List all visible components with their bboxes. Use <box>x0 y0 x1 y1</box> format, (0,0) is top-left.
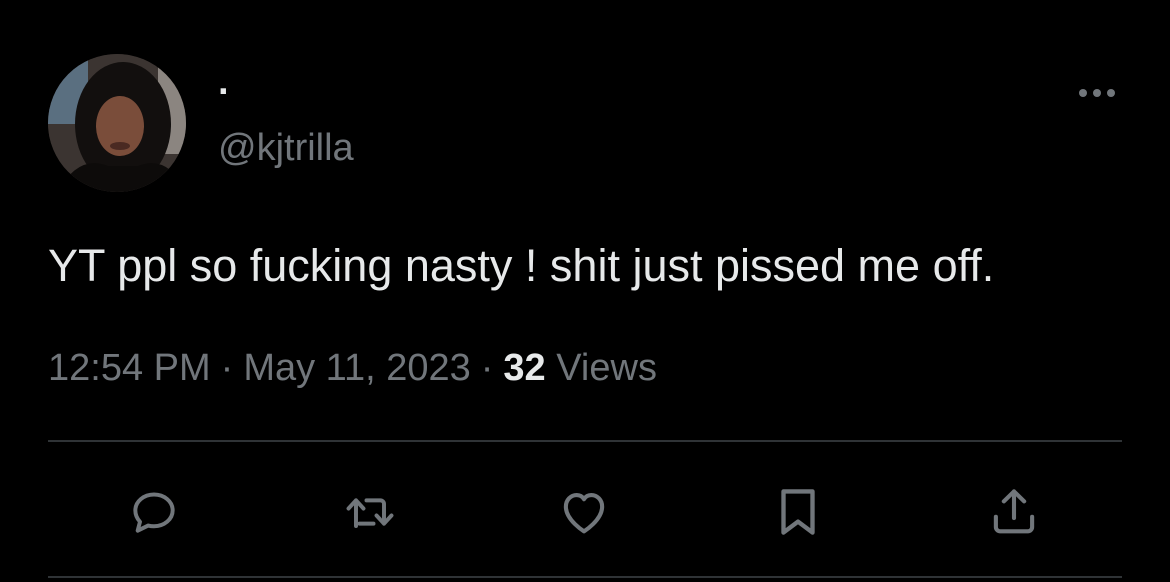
tweet-time[interactable]: 12:54 PM <box>48 347 211 389</box>
share-button[interactable] <box>984 482 1044 542</box>
divider <box>48 440 1122 442</box>
tweet-detail: · @kjtrilla YT ppl so fucking nasty ! sh… <box>0 0 1170 582</box>
more-icon-dot <box>1093 89 1101 97</box>
tweet-date[interactable]: May 11, 2023 <box>243 347 470 389</box>
views-label[interactable]: Views <box>556 347 657 389</box>
heart-icon <box>563 493 605 534</box>
retweet-icon <box>346 498 394 528</box>
views-count[interactable]: 32 <box>503 347 545 389</box>
more-icon <box>1079 89 1087 97</box>
retweet-button[interactable] <box>340 482 400 542</box>
display-name[interactable]: · <box>218 72 231 112</box>
meta-separator: · <box>220 347 234 389</box>
share-icon <box>993 489 1035 534</box>
divider <box>48 576 1122 578</box>
more-options-button[interactable] <box>1070 76 1124 110</box>
tweet-meta: 12:54 PM · May 11, 2023 · 32 Views <box>48 340 657 396</box>
user-handle[interactable]: @kjtrilla <box>218 126 354 170</box>
reply-icon <box>133 492 175 533</box>
bookmark-icon <box>781 489 815 535</box>
bookmark-button[interactable] <box>768 482 828 542</box>
avatar[interactable] <box>48 54 186 192</box>
tweet-text: YT ppl so fucking nasty ! shit just piss… <box>48 240 995 291</box>
avatar-photo <box>48 54 186 192</box>
reply-button[interactable] <box>124 482 184 542</box>
more-icon-dot <box>1107 89 1115 97</box>
like-button[interactable] <box>554 482 614 542</box>
meta-separator: · <box>480 347 494 389</box>
